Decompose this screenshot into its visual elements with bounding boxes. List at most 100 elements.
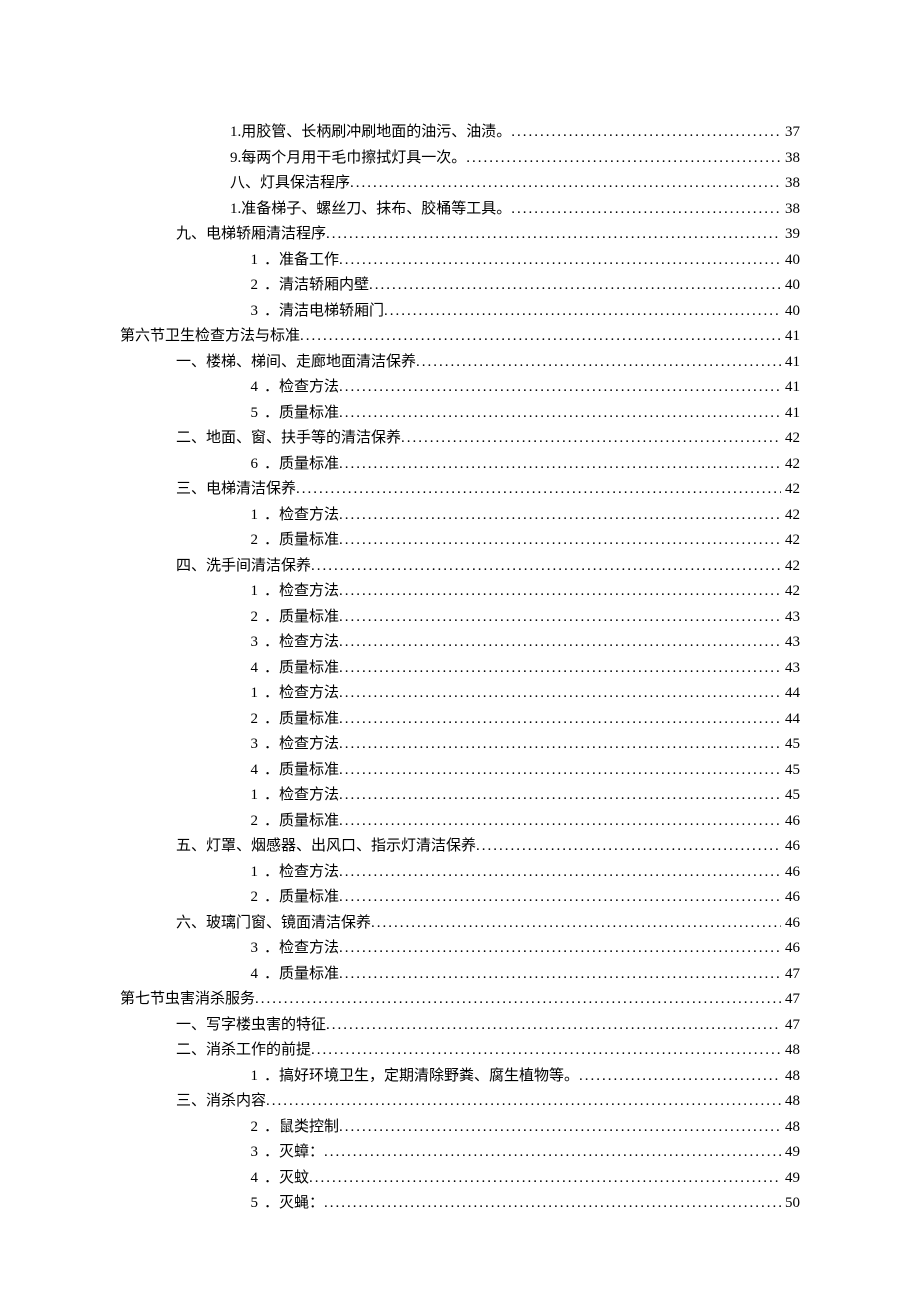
toc-entry-label: 第七节虫害消杀服务: [120, 987, 255, 1013]
toc-entry: 1.准备梯子、螺丝刀、抹布、胶桶等工具。 38: [120, 197, 800, 223]
toc-entry: 1．搞好环境卫生，定期清除野粪、腐生植物等。48: [120, 1064, 800, 1090]
toc-entry: 1．检查方法44: [120, 681, 800, 707]
toc-entry: 一、楼梯、梯间、走廊地面清洁保养41: [120, 350, 800, 376]
toc-entry: 第七节虫害消杀服务47: [120, 987, 800, 1013]
toc-entry-page: 42: [781, 477, 800, 503]
toc-dot-leader: [255, 987, 781, 1013]
toc-entry: 二、消杀工作的前提48: [120, 1038, 800, 1064]
toc-entry-label: ．检查方法: [264, 681, 339, 707]
toc-entry-number: 2: [230, 809, 264, 835]
toc-entry-page: 48: [781, 1038, 800, 1064]
toc-entry-label: ．质量标准: [264, 707, 339, 733]
toc-entry-number: 3: [230, 299, 264, 325]
toc-entry-page: 46: [781, 911, 800, 937]
toc-entry: 9.每两个月用干毛巾擦拭灯具一次。38: [120, 146, 800, 172]
toc-entry-page: 48: [781, 1115, 800, 1141]
toc-entry: 4．质量标准45: [120, 758, 800, 784]
toc-entry-label: ．质量标准: [264, 656, 339, 682]
toc-entry-label: ．灭蟑：: [264, 1140, 324, 1166]
toc-entry-page: 38: [781, 197, 800, 223]
toc-entry-label: ．质量标准: [264, 605, 339, 631]
toc-dot-leader: [416, 350, 781, 376]
toc-dot-leader: [339, 707, 781, 733]
toc-dot-leader: [324, 1191, 781, 1217]
toc-entry: 三、消杀内容 48: [120, 1089, 800, 1115]
toc-dot-leader: [339, 809, 781, 835]
toc-entry-number: 3: [230, 936, 264, 962]
toc-entry-page: 40: [781, 248, 800, 274]
toc-entry-page: 38: [781, 171, 800, 197]
toc-dot-leader: [266, 1089, 781, 1115]
toc-dot-leader: [324, 1140, 781, 1166]
toc-entry-page: 46: [781, 860, 800, 886]
toc-entry: 1．检查方法46: [120, 860, 800, 886]
toc-entry-page: 42: [781, 503, 800, 529]
toc-entry-label: ．灭蝇：: [264, 1191, 324, 1217]
toc-dot-leader: [326, 222, 781, 248]
toc-entry-label: 三、消杀内容: [176, 1089, 266, 1115]
toc-entry-number: 2: [230, 273, 264, 299]
toc-entry-page: 40: [781, 273, 800, 299]
toc-entry: 3．检查方法43: [120, 630, 800, 656]
toc-entry: 第六节卫生检查方法与标准41: [120, 324, 800, 350]
toc-dot-leader: [339, 503, 781, 529]
toc-entry-label: ．检查方法: [264, 936, 339, 962]
toc-dot-leader: [579, 1064, 781, 1090]
toc-entry-number: 1: [230, 1064, 264, 1090]
toc-entry: 2．质量标准44: [120, 707, 800, 733]
toc-entry: 2．质量标准42: [120, 528, 800, 554]
toc-entry-number: 2: [230, 605, 264, 631]
toc-dot-leader: [339, 248, 781, 274]
toc-entry-page: 41: [781, 350, 800, 376]
toc-dot-leader: [296, 477, 781, 503]
toc-dot-leader: [339, 681, 781, 707]
toc-entry-page: 41: [781, 401, 800, 427]
toc-entry-label: ．检查方法: [264, 503, 339, 529]
toc-entry-label: ．质量标准: [264, 452, 339, 478]
toc-entry-page: 48: [781, 1089, 800, 1115]
toc-dot-leader: [339, 452, 781, 478]
toc-entry-page: 46: [781, 936, 800, 962]
toc-entry: 3．灭蟑：49: [120, 1140, 800, 1166]
toc-entry-page: 42: [781, 426, 800, 452]
toc-dot-leader: [300, 324, 781, 350]
toc-entry-page: 43: [781, 656, 800, 682]
toc-entry-page: 45: [781, 758, 800, 784]
toc-entry-label: ．清洁轿厢内壁: [264, 273, 369, 299]
toc-entry: 一、写字楼虫害的特征47: [120, 1013, 800, 1039]
toc-entry-page: 37: [781, 120, 800, 146]
toc-entry-number: 1: [230, 783, 264, 809]
toc-entry-number: 4: [230, 375, 264, 401]
toc-entry: 2．质量标准43: [120, 605, 800, 631]
toc-dot-leader: [511, 197, 781, 223]
toc-entry-number: 4: [230, 962, 264, 988]
toc-entry-number: 1: [230, 681, 264, 707]
toc-entry-page: 45: [781, 783, 800, 809]
toc-dot-leader: [339, 1115, 781, 1141]
toc-entry-label: 1.准备梯子、螺丝刀、抹布、胶桶等工具。: [230, 197, 511, 223]
toc-entry: 八、灯具保洁程序38: [120, 171, 800, 197]
toc-entry-label: 六、玻璃门窗、镜面清洁保养: [176, 911, 371, 937]
toc-dot-leader: [339, 962, 781, 988]
toc-entry: 1.用胶管、长柄刷冲刷地面的油污、油渍。37: [120, 120, 800, 146]
toc-entry-number: 5: [230, 401, 264, 427]
toc-entry-label: 五、灯罩、烟感器、出风口、指示灯清洁保养: [176, 834, 476, 860]
toc-entry-page: 39: [781, 222, 800, 248]
toc-entry: 1．检查方法45: [120, 783, 800, 809]
toc-entry: 4．质量标准47: [120, 962, 800, 988]
toc-entry: 4．检查方法41: [120, 375, 800, 401]
toc-dot-leader: [339, 605, 781, 631]
toc-dot-leader: [326, 1013, 781, 1039]
toc-entry-number: 3: [230, 630, 264, 656]
toc-entry-page: 41: [781, 375, 800, 401]
toc-entry: 2．质量标准46: [120, 809, 800, 835]
toc-list: 1.用胶管、长柄刷冲刷地面的油污、油渍。379.每两个月用干毛巾擦拭灯具一次。3…: [120, 120, 800, 1217]
toc-entry-page: 42: [781, 452, 800, 478]
toc-entry: 2．鼠类控制48: [120, 1115, 800, 1141]
toc-dot-leader: [311, 1038, 781, 1064]
toc-entry: 3．检查方法45: [120, 732, 800, 758]
toc-page: 1.用胶管、长柄刷冲刷地面的油污、油渍。379.每两个月用干毛巾擦拭灯具一次。3…: [0, 0, 920, 1277]
toc-entry-page: 43: [781, 630, 800, 656]
toc-dot-leader: [511, 120, 781, 146]
toc-entry-page: 42: [781, 528, 800, 554]
